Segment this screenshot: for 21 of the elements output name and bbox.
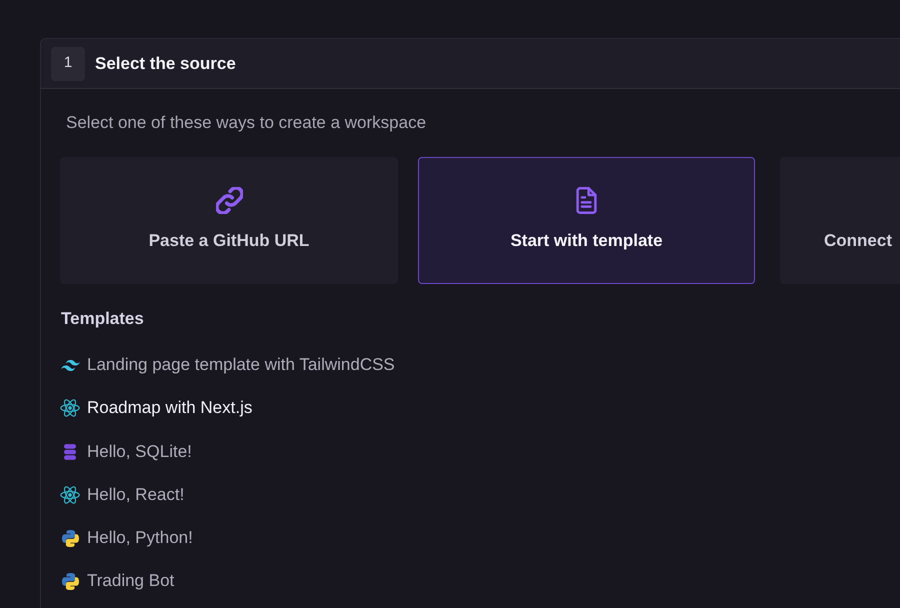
section-title: Select the source bbox=[95, 52, 236, 75]
source-option[interactable]: Paste a GitHub URL bbox=[60, 157, 398, 284]
snakes-icon bbox=[62, 530, 78, 547]
template-item[interactable]: Hello, React! bbox=[60, 482, 184, 507]
step-number: 1 bbox=[51, 46, 85, 80]
templates-heading: Templates bbox=[61, 308, 144, 330]
template-item[interactable]: Trading Bot bbox=[60, 569, 174, 594]
template-item[interactable]: Hello, SQLite! bbox=[60, 440, 192, 464]
source-option[interactable]: Connect bbox=[780, 157, 900, 284]
link-icon bbox=[216, 187, 242, 214]
template-item[interactable]: Hello, Python! bbox=[60, 526, 193, 550]
atom-icon bbox=[60, 399, 80, 418]
atom-icon bbox=[60, 486, 80, 504]
document-icon bbox=[576, 187, 597, 214]
wave-icon bbox=[60, 360, 80, 370]
template-item[interactable]: Roadmap with Next.js bbox=[60, 396, 252, 420]
source-option[interactable]: Start with template bbox=[418, 157, 755, 284]
snakes-icon bbox=[62, 572, 78, 590]
template-item[interactable]: Landing page template with TailwindCSS bbox=[60, 353, 395, 377]
instruction-text: Select one of these ways to create a workspace bbox=[66, 112, 426, 134]
database-icon bbox=[64, 444, 76, 460]
